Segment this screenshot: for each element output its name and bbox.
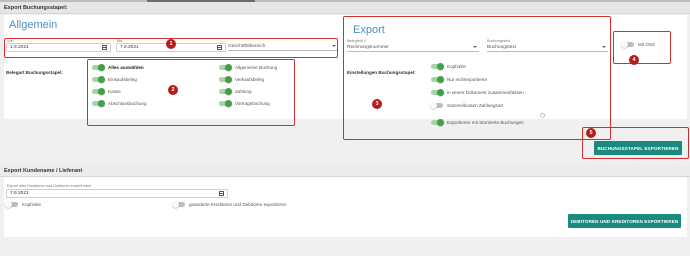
section-title: Export Kundename / Lieferant: [4, 168, 83, 174]
switch-knob[interactable]: [5, 201, 12, 208]
kunden-date-label: Export aller Kreditoren und Debitoren er…: [7, 184, 92, 188]
switch-knob[interactable]: [172, 201, 179, 208]
switch-track[interactable]: [172, 201, 185, 208]
annotation-box-3: [343, 16, 611, 140]
export-kunden-header: Export Kundename / Lieferant: [0, 165, 690, 177]
calendar-icon[interactable]: [219, 191, 224, 196]
annotation-number-1: 1: [166, 39, 176, 49]
export-kunden-panel: [4, 177, 687, 237]
annotation-box-2: [87, 59, 295, 126]
annotation-number-2: 2: [168, 85, 178, 95]
annotation-number-4: 4: [629, 55, 639, 65]
belegart-label: Belegart Buchungsstapel:: [6, 70, 63, 75]
toggle-label: Kopfzeile: [22, 202, 41, 207]
toggle-geaenderte-kreditoren[interactable]: geänderte Kreditoren und Debitoren expor…: [172, 201, 287, 208]
debitoren-kreditoren-exportieren-button[interactable]: DEBITOREN UND KREDITOREN EXPORTIEREN: [568, 214, 681, 228]
annotation-box-5: [582, 127, 689, 159]
toggle-kunden-kopfzeile[interactable]: Kopfzeile: [5, 201, 41, 208]
toggle-label: geänderte Kreditoren und Debitoren expor…: [189, 202, 287, 207]
annotation-number-3: 3: [372, 99, 382, 109]
kunden-date-input[interactable]: 7.9.2021: [6, 189, 228, 198]
switch-track[interactable]: [5, 201, 18, 208]
annotation-box-4: [613, 31, 671, 64]
annotation-number-5: 5: [586, 128, 596, 138]
allgemein-title: Allgemein: [9, 19, 58, 31]
export-buchungsstapel-header: Export Buchungsstapel:: [0, 2, 690, 14]
kunden-date-value: 7.9.2021: [10, 191, 29, 196]
section-title: Export Buchungsstapel:: [4, 5, 68, 11]
